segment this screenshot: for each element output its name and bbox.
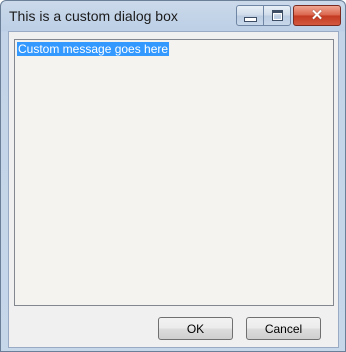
message-textbox[interactable]: Custom message goes here: [14, 39, 334, 306]
maximize-button[interactable]: [263, 5, 291, 26]
minimize-button[interactable]: [236, 5, 264, 26]
selected-message-text: Custom message goes here: [17, 42, 170, 56]
close-button[interactable]: ✕: [293, 5, 341, 26]
ok-button[interactable]: OK: [158, 317, 233, 340]
maximize-icon: [271, 10, 283, 21]
window-title: This is a custom dialog box: [9, 8, 178, 24]
dialog-window: This is a custom dialog box ✕ Custom mes…: [0, 0, 346, 352]
dialog-client-area: Custom message goes here OK Cancel: [8, 31, 339, 348]
minimize-icon: [243, 17, 257, 22]
title-bar[interactable]: This is a custom dialog box ✕: [1, 1, 345, 31]
close-icon: ✕: [310, 7, 324, 24]
cancel-button[interactable]: Cancel: [246, 317, 321, 340]
